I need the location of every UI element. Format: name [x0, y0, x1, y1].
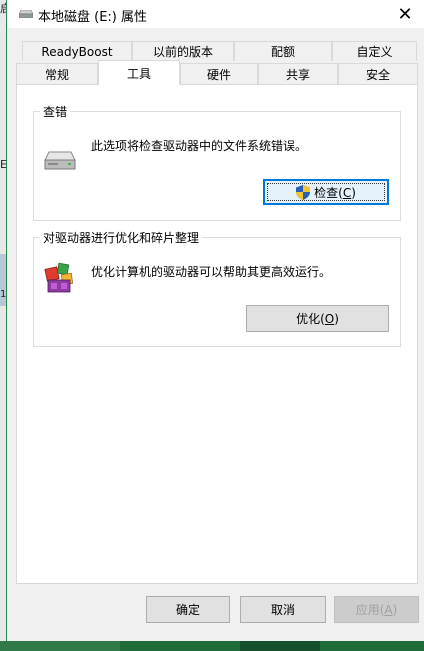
window-title: 本地磁盘 (E:) 属性 [38, 10, 148, 25]
tab-label: 共享 [285, 67, 310, 82]
tab-label: 以前的版本 [152, 45, 213, 59]
tab-readyboost[interactable]: ReadyBoost [22, 41, 132, 61]
desktop-background-segment [240, 641, 320, 651]
optimize-button-label: 优化(O) [296, 312, 339, 326]
optimize-group: 对驱动器进行优化和碎片整理 优化计算机的驱动器可以帮助其更高效运行。 优化(O) [33, 229, 401, 347]
error-check-group: 查错 此选项将检查驱动器中的文件系统错误。 检查(C) [33, 103, 401, 221]
tab-label: 安全 [365, 67, 390, 82]
tab-general[interactable]: 常规 [16, 63, 98, 84]
cancel-button-label: 取消 [270, 603, 295, 617]
tab-previous-versions[interactable]: 以前的版本 [132, 41, 234, 61]
tools-tab-panel: 查错 此选项将检查驱动器中的文件系统错误。 检查(C) 对驱动器进行优化和碎片整 [16, 84, 418, 584]
tab-label: 常规 [44, 67, 69, 82]
tab-label: 工具 [126, 66, 151, 81]
cancel-button[interactable]: 取消 [240, 596, 326, 623]
close-button[interactable]: ✕ [386, 0, 424, 28]
optimize-button[interactable]: 优化(O) [246, 305, 389, 332]
tab-sharing[interactable]: 共享 [258, 63, 338, 84]
apply-button-label: 应用(A) [355, 603, 398, 617]
optimize-description: 优化计算机的驱动器可以帮助其更高效运行。 [91, 265, 332, 279]
drive-icon [19, 10, 33, 18]
tab-customize[interactable]: 自定义 [332, 41, 417, 61]
desktop-background [0, 641, 424, 651]
optimize-group-title: 对驱动器进行优化和碎片整理 [40, 229, 203, 246]
error-check-description: 此选项将检查驱动器中的文件系统错误。 [91, 139, 308, 153]
tab-tools[interactable]: 工具 [98, 60, 180, 85]
check-button[interactable]: 检查(C) [263, 179, 389, 205]
tab-label: ReadyBoost [41, 44, 113, 59]
close-icon: ✕ [397, 3, 413, 25]
tab-label: 自定义 [356, 45, 393, 59]
apply-button[interactable]: 应用(A) [334, 596, 419, 623]
tab-label: 硬件 [206, 67, 231, 82]
defrag-icon [44, 262, 74, 293]
hard-drive-icon [44, 151, 76, 170]
tab-hardware[interactable]: 硬件 [180, 63, 258, 84]
title-bar[interactable]: 本地磁盘 (E:) 属性 ✕ [7, 0, 424, 28]
tab-quota[interactable]: 配额 [234, 41, 332, 61]
tab-label: 配额 [270, 45, 295, 59]
properties-dialog: 本地磁盘 (E:) 属性 ✕ ReadyBoost 以前的版本 配额 自定义 常… [6, 0, 424, 641]
ok-button[interactable]: 确定 [146, 596, 230, 623]
tab-security[interactable]: 安全 [338, 63, 418, 84]
focus-rectangle [267, 183, 385, 201]
desktop-background-segment [0, 641, 120, 651]
ok-button-label: 确定 [175, 603, 200, 617]
error-check-group-title: 查错 [40, 103, 71, 120]
